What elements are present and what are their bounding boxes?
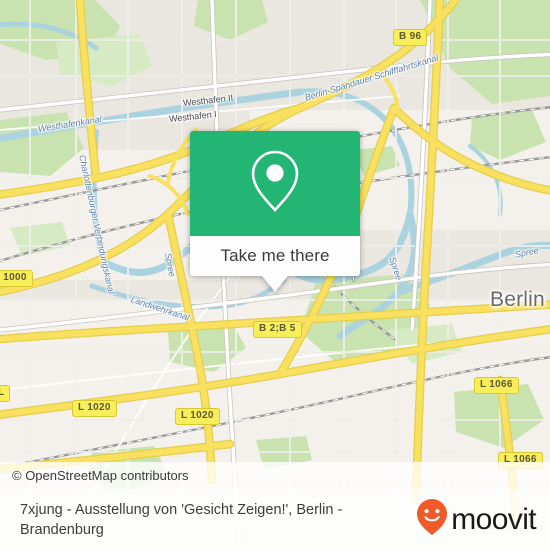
road-shield[interactable]: L 1066 — [474, 377, 519, 394]
road-shield[interactable]: L 1020 — [175, 408, 220, 425]
moovit-smiley-pin-icon — [415, 497, 449, 542]
moovit-wordmark: moovit — [451, 502, 536, 536]
popup-tail — [262, 276, 288, 292]
map-screenshot: B 96 B 2;B 5 L 1000 L 1020 L 1020 L 1066… — [0, 0, 550, 550]
take-me-there-label: Take me there — [220, 246, 330, 265]
location-popup-card[interactable]: Take me there — [190, 131, 360, 292]
place-title: 7xjung - Ausstellung von 'Gesicht Zeigen… — [20, 501, 343, 538]
road-shield[interactable]: L — [0, 385, 11, 402]
road-shield[interactable]: L 1000 — [0, 270, 33, 287]
popup-cta-area[interactable]: Take me there — [190, 236, 360, 276]
map-label-berlin-city: Berlin — [490, 288, 545, 311]
moovit-logo[interactable]: moovit — [415, 497, 537, 542]
osm-attribution[interactable]: © OpenStreetMap contributors — [0, 462, 550, 489]
map-pin-icon — [248, 147, 302, 220]
popup-marker-area — [190, 131, 360, 236]
road-shield[interactable]: L 1020 — [72, 400, 117, 417]
road-shield[interactable]: B 96 — [393, 29, 428, 46]
road-shield[interactable]: B 2;B 5 — [253, 321, 302, 338]
osm-attribution-text: © OpenStreetMap contributors — [12, 468, 189, 483]
footer-bar: 7xjung - Ausstellung von 'Gesicht Zeigen… — [0, 489, 550, 550]
map-canvas[interactable]: B 96 B 2;B 5 L 1000 L 1020 L 1020 L 1066… — [0, 0, 550, 550]
